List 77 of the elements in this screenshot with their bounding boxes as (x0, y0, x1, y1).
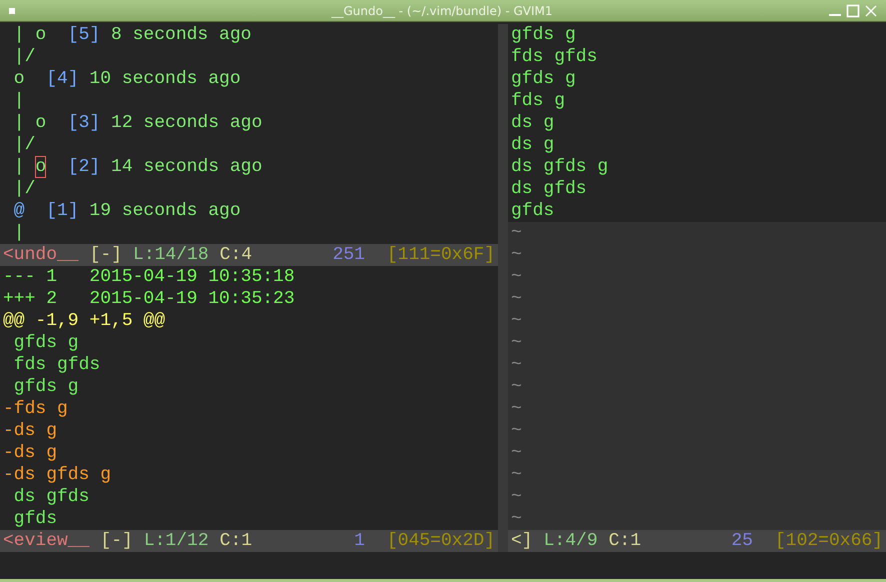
buffer-line: gfds (511, 200, 554, 222)
buffer-line: ds gfds (511, 178, 587, 200)
buffer-line: ds g (511, 112, 554, 134)
tilde-filler: ~ (511, 222, 522, 244)
tilde-filler: ~ (511, 464, 522, 486)
tilde-filler: ~ (511, 332, 522, 354)
diff-hunk-line: @@ -1,9 +1,5 @@ (3, 310, 166, 332)
undo-time: 14 seconds ago (110, 156, 262, 178)
column-position: C:4 (220, 244, 252, 266)
column-position: C:1 (608, 530, 642, 552)
undo-time: 19 seconds ago (88, 200, 241, 222)
tree-graph: | o (12, 24, 48, 46)
diff-context-line: ds gfds (12, 486, 90, 508)
flag-label: <] (511, 530, 533, 552)
buffer-name: <eview__ (3, 530, 90, 552)
char-code: [102=0x66] (774, 530, 883, 552)
tilde-filler: ~ (511, 244, 522, 266)
diff-context-line: fds gfds (12, 354, 100, 376)
diff-removed-line: -ds gfds g (3, 464, 112, 486)
undo-time: 12 seconds ago (110, 112, 262, 134)
char-code: [045=0x2D] (386, 530, 495, 552)
tree-graph: |/ (12, 178, 36, 200)
tilde-filler: ~ (511, 288, 522, 310)
tree-graph: | (12, 90, 25, 112)
tilde-filler: ~ (511, 354, 522, 376)
tilde-filler: ~ (511, 486, 522, 508)
buffer-line: ds g (511, 134, 554, 156)
diff-context-line: gfds (12, 508, 58, 530)
diff-removed-line: -fds g (3, 398, 68, 420)
tilde-filler: ~ (511, 420, 522, 442)
diff-header-line: --- 1 2015-04-19 10:35:18 (3, 266, 295, 288)
diff-context-line: gfds g (12, 376, 79, 398)
diff-context-line: gfds g (12, 332, 79, 354)
undo-time: 10 seconds ago (88, 68, 241, 90)
diff-removed-line: -ds g (3, 420, 58, 442)
buffer-line: fds g (511, 90, 566, 112)
tree-graph: |/ (12, 134, 36, 156)
flag-label: [-] (100, 530, 133, 552)
diff-removed-line: -ds g (3, 442, 58, 464)
buffer-line: gfds g (511, 24, 576, 46)
tilde-filler: ~ (511, 376, 522, 398)
tree-node-cursor: o (35, 156, 46, 178)
buffer-line: gfds g (511, 68, 576, 90)
buffer-line: ds gfds g (511, 156, 608, 178)
tilde-filler: ~ (511, 266, 522, 288)
line-position: L:1/12 (144, 530, 209, 552)
undo-number: [5] (68, 24, 100, 46)
tree-graph: | (12, 222, 25, 244)
char-code: [111=0x6F] (386, 244, 495, 266)
diff-header-line: +++ 2 2015-04-19 10:35:23 (3, 288, 295, 310)
tree-graph: | o (12, 112, 48, 134)
undo-number: [2] (66, 156, 100, 178)
tilde-filler: ~ (511, 310, 522, 332)
tilde-filler: ~ (511, 442, 522, 464)
tree-graph: o (12, 68, 26, 90)
byte-value: 1 (354, 530, 365, 552)
maximize-icon[interactable] (846, 4, 860, 18)
buffer-name: <undo__ (3, 244, 79, 266)
window-menu-icon[interactable] (8, 6, 16, 14)
line-position: L:4/9 (544, 530, 598, 552)
undo-time: 8 seconds ago (110, 24, 252, 46)
buffer-line: fds gfds (511, 46, 598, 68)
flag-label: [-] (90, 244, 122, 266)
byte-value: 25 (731, 530, 753, 552)
tree-graph: | (12, 156, 26, 178)
window-title: __Gundo__ - (~/.vim/bundle) - GVIM1 (330, 4, 554, 18)
tilde-filler: ~ (511, 398, 522, 420)
undo-number: [4] (46, 68, 79, 90)
undo-number: [1] (45, 200, 79, 222)
close-icon[interactable] (864, 4, 878, 18)
column-position: C:1 (220, 530, 252, 552)
byte-value: 251 (332, 244, 365, 266)
tree-graph: |/ (12, 46, 36, 68)
current-node-label: @ (12, 200, 25, 222)
undo-number: [3] (68, 112, 100, 134)
line-position: L:14/18 (133, 244, 209, 266)
tilde-filler: ~ (511, 508, 522, 530)
